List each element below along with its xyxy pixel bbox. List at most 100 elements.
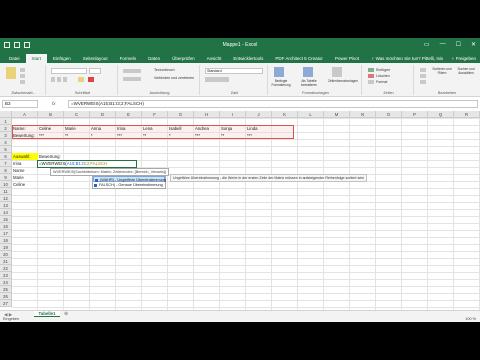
row-header[interactable]: 1 <box>0 118 12 125</box>
number-format-icons[interactable] <box>205 77 229 82</box>
select-all-corner[interactable] <box>0 111 12 118</box>
column-header[interactable]: H <box>194 111 220 118</box>
minimize-button[interactable]: — <box>440 41 446 48</box>
column-header[interactable]: Q <box>428 111 454 118</box>
copy-icon[interactable] <box>20 74 25 78</box>
cell-a8[interactable]: Marie <box>12 174 24 181</box>
row-header[interactable]: 18 <box>0 237 12 244</box>
align-left-icon[interactable] <box>123 77 141 81</box>
cell-styles-button[interactable]: Zellenformatvorlagen <box>326 79 360 83</box>
row-header[interactable]: 21 <box>0 258 12 265</box>
wrap-text-button[interactable]: Textumbruch <box>154 68 175 72</box>
clear-icon[interactable] <box>420 80 426 84</box>
format-as-table-icon[interactable] <box>303 67 313 77</box>
rating-cell[interactable]: *** <box>38 132 44 139</box>
font-size-select[interactable] <box>89 68 101 74</box>
cell-edit-text[interactable]: =WVERWEIS(A15;B1:I3;2;FALSCH <box>39 160 107 167</box>
sort-filter-button[interactable]: Sortieren und Filtern <box>431 67 453 75</box>
tab-formulas[interactable]: Formeln <box>114 54 143 63</box>
row-header[interactable]: 25 <box>0 286 12 293</box>
format-cells-icon[interactable] <box>368 80 374 84</box>
zoom-level[interactable]: 100 % <box>465 317 476 322</box>
row-header[interactable]: 17 <box>0 230 12 237</box>
conditional-formatting-button[interactable]: Bedingte Formatierung <box>270 79 292 87</box>
row-header[interactable]: 19 <box>0 244 12 251</box>
ribbon-options-button[interactable]: ▭ <box>424 41 430 48</box>
row-header[interactable]: 4 <box>0 139 12 146</box>
column-header[interactable]: F <box>142 111 168 118</box>
bold-icon[interactable] <box>51 77 55 82</box>
row-header[interactable]: 24 <box>0 279 12 286</box>
row-header[interactable]: 2 <box>0 125 12 132</box>
row-header[interactable]: 12 <box>0 195 12 202</box>
row-header[interactable]: 13 <box>0 202 12 209</box>
rating-cell[interactable]: ** <box>64 132 68 139</box>
find-select-button[interactable]: Suchen und Auswählen <box>454 67 478 75</box>
column-header[interactable]: J <box>246 111 272 118</box>
name-cell[interactable]: Celine <box>38 125 51 132</box>
cell-styles-icon[interactable] <box>332 67 342 77</box>
row-header[interactable]: 26 <box>0 293 12 300</box>
row-header[interactable]: 10 <box>0 181 12 188</box>
cell-a6[interactable]: Irina <box>12 160 21 167</box>
cell-a3[interactable]: Bewertung: <box>12 132 35 139</box>
underline-icon[interactable] <box>63 77 67 82</box>
row-header[interactable]: 8 <box>0 167 12 174</box>
delete-cells-button[interactable]: Löschen <box>376 74 390 78</box>
delete-cells-icon[interactable] <box>368 74 374 78</box>
cell-a9[interactable]: Celine <box>12 181 25 188</box>
rating-cell[interactable]: *** <box>246 132 252 139</box>
rating-cell[interactable]: ** <box>142 132 146 139</box>
column-header[interactable]: D <box>90 111 116 118</box>
share-button[interactable]: ♀ Freigeben <box>451 54 476 63</box>
row-header[interactable]: 7 <box>0 160 12 167</box>
tab-page-layout[interactable]: Seitenlayout <box>77 54 114 63</box>
rating-cell[interactable]: ** <box>220 132 224 139</box>
cell-a5[interactable]: Auswahl: <box>12 153 30 160</box>
name-cell[interactable]: Sonja <box>220 125 232 132</box>
fill-icon[interactable] <box>420 74 426 78</box>
column-header[interactable]: I <box>220 111 246 118</box>
tell-me-search[interactable]: ♀ Was möchten Sie tun? <box>371 56 421 61</box>
fill-color-icon[interactable] <box>78 77 84 82</box>
row-header[interactable]: 9 <box>0 174 12 181</box>
format-as-table-button[interactable]: Als Tabelle formatieren <box>296 79 322 87</box>
column-header[interactable]: G <box>168 111 194 118</box>
column-header[interactable]: C <box>64 111 90 118</box>
column-header[interactable]: M <box>324 111 350 118</box>
cell-a2[interactable]: Name: <box>12 125 26 132</box>
row-header[interactable]: 6 <box>0 153 12 160</box>
number-format-select[interactable]: Standard <box>205 68 263 74</box>
row-header[interactable]: 22 <box>0 265 12 272</box>
name-box[interactable]: B3 <box>2 100 38 108</box>
tab-data[interactable]: Daten <box>142 54 166 63</box>
row-header[interactable]: 14 <box>0 209 12 216</box>
name-cell[interactable]: Marie <box>64 125 76 132</box>
paste-icon[interactable] <box>6 67 16 79</box>
cut-icon[interactable] <box>20 68 25 72</box>
row-header[interactable]: 5 <box>0 146 12 153</box>
column-header[interactable]: A <box>12 111 38 118</box>
insert-cells-icon[interactable] <box>368 68 374 72</box>
row-header[interactable]: 3 <box>0 132 12 139</box>
tab-pdf-architect[interactable]: PDF Architect 5 Creator <box>269 54 329 63</box>
font-name-select[interactable] <box>51 68 87 74</box>
row-header[interactable]: 11 <box>0 188 12 195</box>
tab-review[interactable]: Überprüfen <box>166 54 201 63</box>
row-header[interactable]: 27 <box>0 300 12 307</box>
conditional-formatting-icon[interactable] <box>274 67 284 77</box>
format-painter-icon[interactable] <box>20 80 25 84</box>
rating-cell[interactable]: * <box>90 132 93 139</box>
cell-a7[interactable]: Name <box>12 167 24 174</box>
tab-home[interactable]: Start <box>25 54 48 63</box>
insert-cells-button[interactable]: Einfügen <box>376 68 390 72</box>
autocomplete-option-false[interactable]: FALSCH) - Genaue Übereinstimmung <box>93 182 165 188</box>
user-name[interactable]: Pittelli, Isis <box>422 54 443 63</box>
name-cell[interactable]: Anna <box>90 125 101 132</box>
row-header[interactable]: 15 <box>0 216 12 223</box>
row-header[interactable]: 20 <box>0 251 12 258</box>
rating-cell[interactable]: *** <box>116 132 122 139</box>
name-cell[interactable]: Isabell <box>168 125 181 132</box>
tab-developer[interactable]: Entwicklertools <box>227 54 269 63</box>
insert-function-button[interactable]: fx <box>52 100 66 108</box>
